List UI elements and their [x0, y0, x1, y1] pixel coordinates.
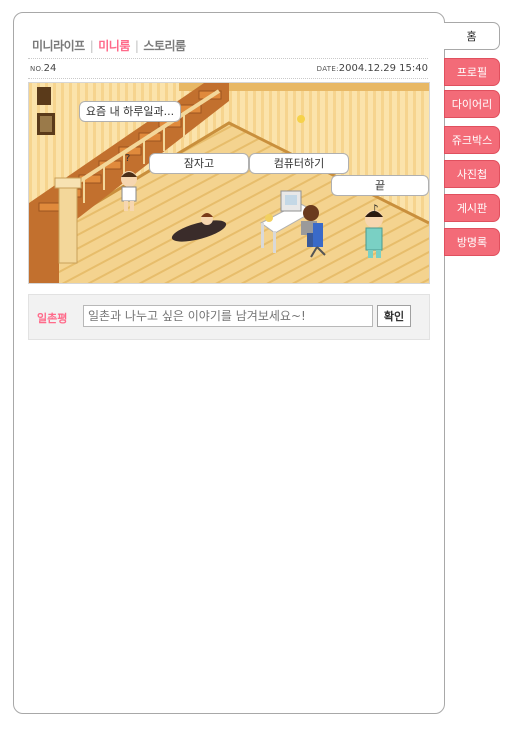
confirm-button[interactable]: 확인 [377, 305, 411, 327]
tab-photo-album[interactable]: 사진첩 [444, 160, 500, 188]
post-number-value: 24 [43, 63, 57, 74]
tab-board[interactable]: 게시판 [444, 194, 500, 222]
post-date: DATE:2004.12.29 15:40 [317, 63, 428, 74]
post-number: NO.24 [30, 63, 56, 74]
svg-text:♪: ♪ [371, 202, 379, 216]
ilchon-comment-box: 일촌평 확인 [28, 294, 430, 340]
ilchon-comment-input[interactable] [83, 305, 373, 327]
divider [28, 78, 428, 79]
ilchon-comment-label: 일촌평 [37, 312, 68, 325]
tab-guestbook[interactable]: 방명록 [444, 228, 500, 256]
tab-profile[interactable]: 프로필 [444, 58, 500, 86]
subnav-miniroom[interactable]: 미니룸 [98, 37, 130, 54]
tab-diary[interactable]: 다이어리 [444, 90, 500, 118]
post-number-label: NO. [30, 65, 44, 73]
speech-bubble-sleep: 잠자고 [149, 153, 249, 174]
subnav-storyroom[interactable]: 스토리룸 [143, 37, 186, 54]
post-date-value: 2004.12.29 15:40 [338, 63, 428, 74]
tab-jukebox[interactable]: 쥬크박스 [444, 126, 500, 154]
sub-navigation: 미니라이프 | 미니룸 | 스토리룸 [32, 37, 186, 54]
speech-bubble-daily: 요즘 내 하루일과... [79, 101, 181, 122]
post-date-label: DATE: [316, 65, 339, 73]
divider [28, 58, 428, 59]
speech-bubble-computer: 컴퓨터하기 [249, 153, 349, 174]
speech-bubble-end: 끝 [331, 175, 429, 196]
subnav-minilife[interactable]: 미니라이프 [32, 37, 85, 54]
subnav-separator: | [134, 39, 139, 53]
subnav-separator: | [89, 39, 94, 53]
post-info-bar: NO.24 DATE:2004.12.29 15:40 [28, 62, 428, 76]
miniroom-scene: ? ♪ 요즘 내 하루일과... 잠자고 컴퓨터하기 끝 [28, 82, 430, 284]
svg-text:?: ? [125, 153, 130, 164]
tab-home[interactable]: 홈 [444, 22, 500, 50]
